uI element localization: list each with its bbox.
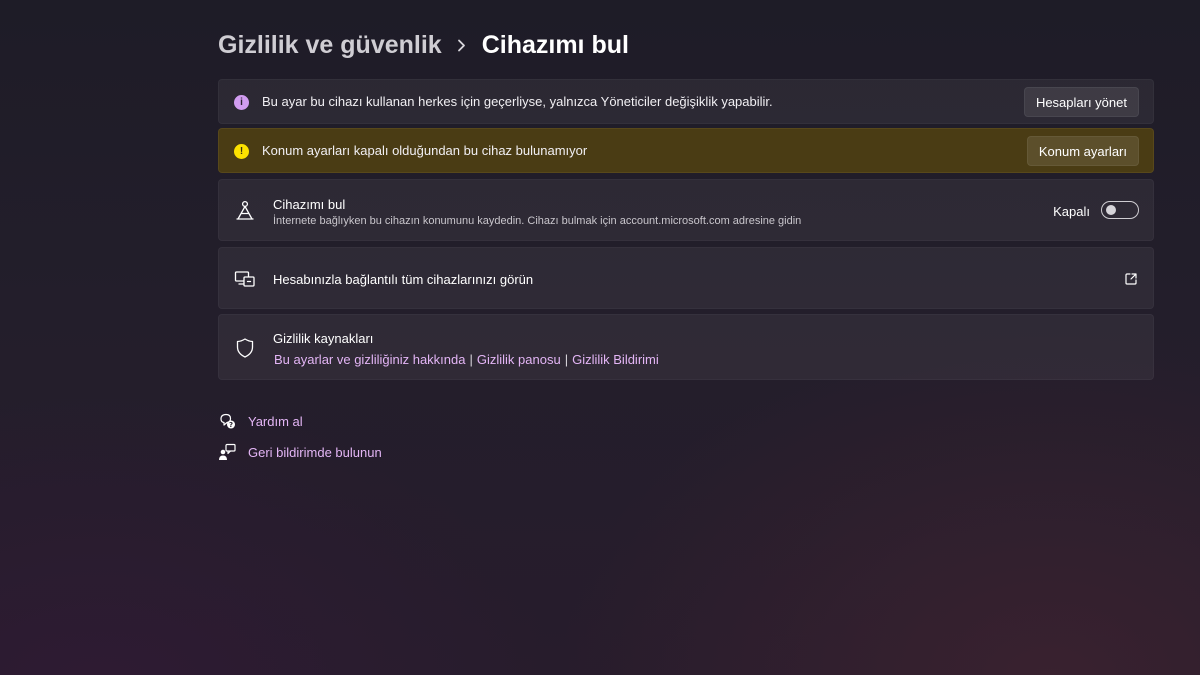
info-bar-text: Bu ayar bu cihazı kullanan herkes için g… bbox=[262, 94, 773, 109]
svg-text:?: ? bbox=[229, 421, 233, 429]
feedback-icon bbox=[218, 443, 236, 461]
info-bar: i Bu ayar bu cihazı kullanan herkes için… bbox=[218, 79, 1154, 124]
privacy-resources-row: Gizlilik kaynakları Bu ayarlar ve gizlil… bbox=[218, 314, 1154, 380]
all-devices-row[interactable]: Hesabınızla bağlantılı tüm cihazlarınızı… bbox=[218, 247, 1154, 309]
info-icon: i bbox=[234, 95, 249, 110]
find-device-toggle[interactable] bbox=[1101, 201, 1139, 219]
shield-icon bbox=[233, 336, 257, 360]
warning-bar: ! Konum ayarları kapalı olduğundan bu ci… bbox=[218, 128, 1154, 173]
privacy-link-dashboard[interactable]: Gizlilik panosu bbox=[477, 352, 561, 367]
link-separator: | bbox=[564, 352, 569, 367]
privacy-links: Bu ayarlar ve gizliliğiniz hakkında | Gi… bbox=[274, 352, 659, 367]
breadcrumb-parent[interactable]: Gizlilik ve güvenlik bbox=[218, 31, 442, 60]
manage-accounts-button[interactable]: Hesapları yönet bbox=[1023, 87, 1139, 117]
help-icon: ? bbox=[218, 412, 236, 430]
location-settings-button[interactable]: Konum ayarları bbox=[1026, 136, 1139, 166]
find-device-title: Cihazımı bul bbox=[273, 197, 346, 212]
page-title: Cihazımı bul bbox=[481, 30, 629, 59]
all-devices-title: Hesabınızla bağlantılı tüm cihazlarınızı… bbox=[273, 272, 534, 287]
devices-icon bbox=[233, 267, 257, 291]
find-device-icon bbox=[233, 199, 257, 223]
toggle-knob bbox=[1106, 205, 1116, 215]
toggle-state-label: Kapalı bbox=[1053, 204, 1090, 219]
privacy-link-statement[interactable]: Gizlilik Bildirimi bbox=[572, 352, 659, 367]
give-feedback-link[interactable]: Geri bildirimde bulunun bbox=[218, 443, 382, 461]
breadcrumb: Gizlilik ve güvenlik Cihazımı bul bbox=[218, 28, 629, 62]
warning-bar-text: Konum ayarları kapalı olduğundan bu ciha… bbox=[262, 143, 588, 158]
get-help-label: Yardım al bbox=[248, 413, 303, 429]
get-help-link[interactable]: ? Yardım al bbox=[218, 412, 303, 430]
open-external-icon[interactable] bbox=[1124, 272, 1138, 286]
link-separator: | bbox=[469, 352, 473, 367]
find-my-device-row: Cihazımı bul İnternete bağlıyken bu ciha… bbox=[218, 179, 1154, 241]
find-device-description: İnternete bağlıyken bu cihazın konumunu … bbox=[273, 215, 802, 227]
give-feedback-label: Geri bildirimde bulunun bbox=[248, 444, 382, 460]
chevron-right-icon bbox=[442, 39, 482, 52]
warning-icon: ! bbox=[234, 144, 249, 159]
privacy-resources-title: Gizlilik kaynakları bbox=[273, 331, 374, 346]
privacy-link-about[interactable]: Bu ayarlar ve gizliliğiniz hakkında bbox=[274, 352, 465, 367]
